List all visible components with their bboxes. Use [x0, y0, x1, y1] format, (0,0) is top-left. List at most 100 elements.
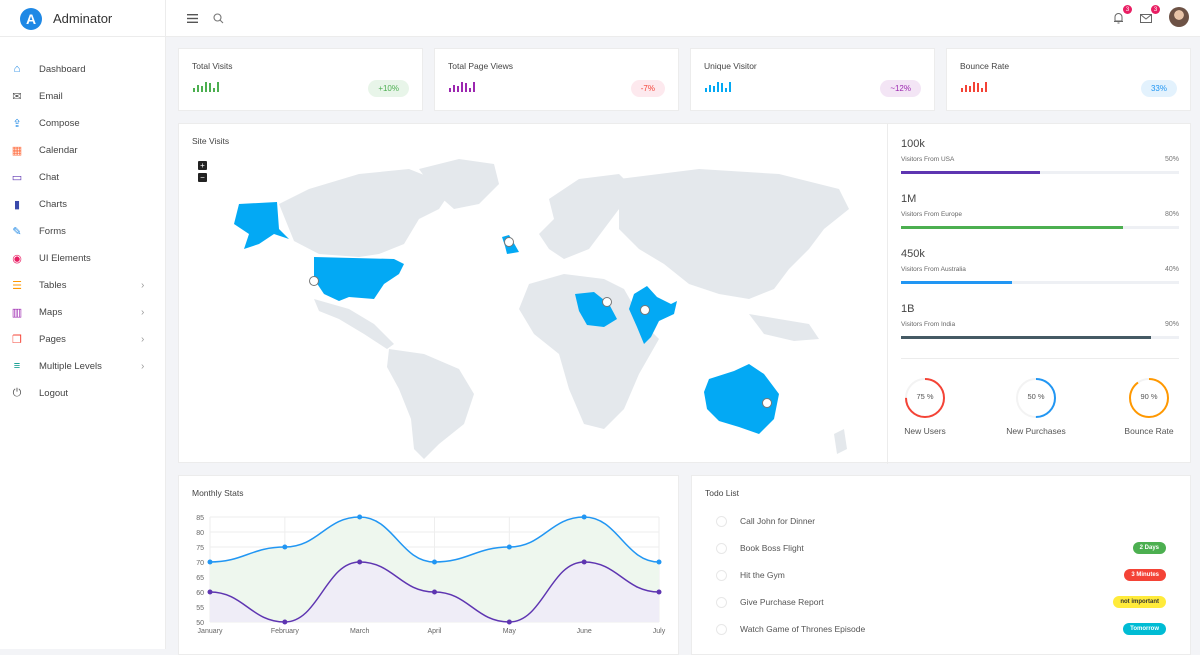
- stat-change-badge: 33%: [1140, 80, 1177, 97]
- ring-new-purchases: 50 % New Purchases: [1006, 376, 1066, 436]
- sidebar-item-logout[interactable]: ⏻ Logout: [0, 381, 166, 405]
- messages-button[interactable]: 3: [1137, 5, 1160, 27]
- sparkline: [961, 81, 987, 92]
- data-point[interactable]: [432, 559, 437, 565]
- hamburger-icon[interactable]: [183, 9, 201, 27]
- world-map[interactable]: [219, 149, 859, 464]
- visitor-count: 100k: [901, 138, 925, 150]
- todo-tag-badge: not important: [1113, 596, 1166, 608]
- map-zoom-in-button[interactable]: +: [198, 161, 207, 170]
- sidebar-item-maps[interactable]: ▥ Maps ›: [0, 300, 166, 324]
- sparkline-bar: [709, 85, 711, 92]
- stat-title: Bounce Rate: [960, 61, 1010, 71]
- todo-card: Todo List Call John for Dinner Book Boss …: [691, 475, 1191, 655]
- map-marker-uk[interactable]: [504, 237, 514, 247]
- data-point[interactable]: [656, 559, 662, 565]
- todo-item[interactable]: Give Purchase Report not important: [716, 594, 1166, 610]
- todo-text: Book Boss Flight: [740, 543, 804, 553]
- todo-checkbox[interactable]: [716, 542, 727, 554]
- ring-bounce-rate: 90 % Bounce Rate: [1124, 376, 1174, 436]
- todo-item[interactable]: Call John for Dinner: [716, 513, 1166, 529]
- sparkline-bar: [961, 88, 963, 92]
- map-zoom-out-button[interactable]: −: [198, 173, 207, 182]
- todo-checkbox[interactable]: [716, 623, 727, 635]
- stat-title: Total Page Views: [448, 61, 514, 71]
- data-point[interactable]: [581, 514, 587, 520]
- brand[interactable]: A Adminator: [0, 0, 166, 37]
- data-point[interactable]: [432, 589, 437, 595]
- sidebar-item-label: Calendar: [39, 144, 78, 156]
- ring-label: New Purchases: [1006, 426, 1066, 436]
- todo-item[interactable]: Book Boss Flight 2 Days: [716, 540, 1166, 556]
- sparkline-bar: [213, 88, 215, 92]
- stat-card-total-page-views: Total Page Views -7%: [434, 48, 679, 111]
- sidebar-item-compose[interactable]: ⇪ Compose: [0, 111, 166, 135]
- sidebar-item-tables[interactable]: ☰ Tables ›: [0, 273, 166, 297]
- sparkline-bar: [713, 86, 715, 92]
- data-point[interactable]: [282, 544, 288, 550]
- chevron-right-icon: ›: [141, 306, 145, 318]
- data-point[interactable]: [282, 619, 288, 625]
- sidebar-item-forms[interactable]: ✎ Forms: [0, 219, 166, 243]
- visitor-label: Visitors From Australia: [901, 266, 966, 273]
- data-point[interactable]: [581, 559, 587, 565]
- todo-checkbox[interactable]: [716, 569, 727, 581]
- map-marker-india[interactable]: [640, 305, 650, 315]
- sparkline-bar: [965, 85, 967, 92]
- sidebar-item-calendar[interactable]: ▦ Calendar: [0, 138, 166, 162]
- sidebar-item-multiple-levels[interactable]: ≡ Multiple Levels ›: [0, 354, 166, 378]
- todo-item[interactable]: Hit the Gym 3 Minutes: [716, 567, 1166, 583]
- data-point[interactable]: [656, 589, 662, 595]
- region-usa[interactable]: [314, 257, 404, 301]
- data-point[interactable]: [207, 559, 213, 565]
- monthly-stats-title: Monthly Stats: [192, 488, 244, 498]
- visitor-percent: 50%: [1164, 156, 1179, 163]
- map-marker-usa[interactable]: [309, 276, 319, 286]
- sidebar-item-email[interactable]: ✉ Email: [0, 84, 166, 108]
- sparkline-bar: [717, 82, 719, 92]
- notifications-button[interactable]: 3: [1109, 5, 1132, 27]
- data-point[interactable]: [207, 589, 213, 595]
- todo-item[interactable]: Watch Game of Thrones Episode Tomorrow: [716, 621, 1166, 637]
- sidebar-item-label: Maps: [39, 306, 63, 318]
- sidebar-item-ui-elements[interactable]: ◉ UI Elements: [0, 246, 166, 270]
- stat-change-badge: ~12%: [880, 80, 921, 97]
- data-point[interactable]: [357, 559, 363, 565]
- ring-label: New Users: [904, 426, 946, 436]
- region-alaska[interactable]: [234, 202, 289, 249]
- sparkline-bar: [721, 83, 723, 92]
- todo-checkbox[interactable]: [716, 596, 727, 608]
- sidebar-item-label: Multiple Levels: [39, 360, 102, 372]
- search-icon[interactable]: [209, 9, 227, 27]
- visitor-label: Visitors From India: [901, 321, 956, 328]
- y-tick-label: 65: [196, 575, 204, 582]
- brand-logo-icon: A: [20, 7, 42, 30]
- data-point[interactable]: [506, 619, 512, 625]
- progress-fill: [901, 171, 1040, 174]
- sidebar-item-label: UI Elements: [39, 252, 91, 264]
- site-visits-card: Site Visits + − 100k Visitors From USA 5…: [178, 123, 1191, 464]
- sparkline-bar: [197, 85, 199, 92]
- sidebar-item-dashboard[interactable]: ⌂ Dashboard: [0, 57, 166, 81]
- calendar-icon: ▦: [11, 144, 23, 157]
- sparkline-bar: [981, 88, 983, 92]
- chevron-right-icon: ›: [141, 333, 145, 345]
- todo-checkbox[interactable]: [716, 515, 727, 527]
- progress-track: [901, 226, 1179, 229]
- data-point[interactable]: [357, 514, 363, 520]
- sidebar-item-pages[interactable]: ❐ Pages ›: [0, 327, 166, 351]
- map-marker-saudi[interactable]: [602, 297, 612, 307]
- stat-title: Total Visits: [192, 61, 233, 71]
- map-marker-australia[interactable]: [762, 398, 772, 408]
- ring-new-users: 75 % New Users: [903, 376, 947, 436]
- sidebar-item-chat[interactable]: ▭ Chat: [0, 165, 166, 189]
- sidebar-item-charts[interactable]: ▮ Charts: [0, 192, 166, 216]
- ring-label: Bounce Rate: [1124, 426, 1174, 436]
- user-avatar[interactable]: [1169, 7, 1189, 27]
- sidebar-item-label: Forms: [39, 225, 66, 237]
- data-point[interactable]: [506, 544, 512, 550]
- topbar: A Adminator 3 3: [0, 0, 1200, 37]
- site-visits-title: Site Visits: [192, 136, 230, 146]
- sparkline-bar: [729, 82, 731, 92]
- visitor-count: 1M: [901, 193, 917, 205]
